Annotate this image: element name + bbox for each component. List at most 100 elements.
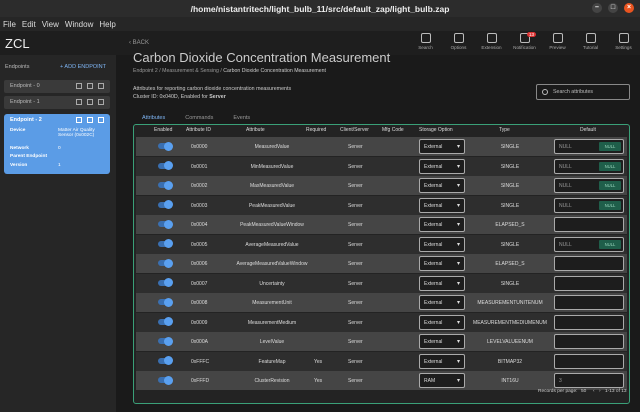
endpoint-item-0[interactable]: Endpoint - 0 bbox=[4, 80, 110, 93]
menu-file[interactable]: File bbox=[3, 20, 16, 29]
endpoint-item-2[interactable]: Endpoint - 2 Device Matter Air Quality S… bbox=[4, 114, 110, 174]
rpp-select[interactable]: 50 bbox=[581, 389, 586, 394]
storage-select[interactable]: External bbox=[419, 178, 465, 193]
back-button[interactable]: ‹ BACK bbox=[129, 40, 149, 46]
default-input[interactable] bbox=[554, 334, 624, 349]
enabled-toggle[interactable] bbox=[158, 375, 173, 385]
null-button[interactable]: NULL bbox=[599, 239, 621, 249]
endpoint-label: Endpoint - 0 bbox=[10, 83, 40, 89]
null-button[interactable]: NULL bbox=[599, 181, 621, 190]
endpoint-item-1[interactable]: Endpoint - 1 bbox=[4, 96, 110, 109]
default-input[interactable] bbox=[554, 256, 624, 271]
attribute-name: AverageMeasuredValueWindow bbox=[236, 261, 308, 267]
copy-icon[interactable] bbox=[87, 117, 93, 123]
default-input[interactable]: NULL NULL bbox=[554, 236, 624, 252]
default-input[interactable] bbox=[554, 353, 624, 369]
enabled-toggle[interactable] bbox=[158, 200, 173, 209]
storage-select[interactable]: External bbox=[419, 353, 465, 369]
storage-select[interactable]: External bbox=[419, 314, 465, 330]
prev-page-icon[interactable]: ‹ bbox=[593, 389, 595, 394]
edit-icon[interactable] bbox=[76, 99, 82, 105]
edit-icon[interactable] bbox=[76, 83, 82, 89]
search-input[interactable]: Search attributes bbox=[536, 84, 630, 100]
enabled-toggle[interactable] bbox=[158, 219, 173, 229]
storage-select[interactable]: RAM bbox=[419, 373, 465, 388]
default-input[interactable]: NULL NULL bbox=[554, 158, 624, 174]
col-enabled[interactable]: Enabled bbox=[154, 127, 172, 133]
device-key: Device bbox=[10, 128, 26, 133]
gear-icon bbox=[618, 33, 629, 43]
menu-edit[interactable]: Edit bbox=[22, 20, 36, 29]
enabled-toggle[interactable] bbox=[158, 239, 173, 248]
null-button[interactable]: NULL bbox=[599, 142, 621, 151]
attribute-type: SINGLE bbox=[500, 202, 520, 209]
add-endpoint-button[interactable]: + ADD ENDPOINT bbox=[60, 64, 106, 70]
toolbar-options-button[interactable]: Options bbox=[442, 33, 475, 50]
default-input[interactable] bbox=[554, 217, 624, 232]
menu-window[interactable]: Window bbox=[65, 20, 93, 29]
col-storage-option[interactable]: Storage Option bbox=[419, 127, 453, 133]
null-button[interactable]: NULL bbox=[599, 200, 621, 210]
default-input[interactable] bbox=[554, 295, 624, 310]
close-icon[interactable]: × bbox=[624, 3, 634, 13]
delete-icon[interactable] bbox=[98, 99, 104, 105]
table-row: 0x0006 AverageMeasuredValueWindow Server… bbox=[136, 254, 627, 273]
toolbar-tutorial-button[interactable]: Tutorial bbox=[574, 33, 607, 50]
storage-select[interactable]: External bbox=[419, 236, 465, 252]
storage-select[interactable]: External bbox=[419, 158, 465, 174]
copy-icon[interactable] bbox=[87, 83, 93, 89]
col-mfg-code[interactable]: Mfg Code bbox=[382, 127, 404, 133]
storage-select[interactable]: External bbox=[419, 197, 465, 213]
toolbar-notification-button[interactable]: 13 Notification bbox=[508, 32, 541, 50]
next-page-icon[interactable]: › bbox=[599, 389, 601, 394]
default-input[interactable] bbox=[554, 275, 624, 291]
col-attribute[interactable]: Attribute bbox=[246, 127, 265, 133]
attribute-type: ELAPSED_S bbox=[495, 222, 525, 228]
col-attribute-id[interactable]: Attribute ID bbox=[186, 127, 211, 133]
default-input[interactable] bbox=[554, 314, 624, 330]
enabled-toggle[interactable] bbox=[158, 161, 173, 170]
col-client-server[interactable]: Client/Server bbox=[340, 127, 369, 133]
storage-select[interactable]: External bbox=[419, 139, 465, 154]
default-input[interactable]: NULL NULL bbox=[554, 197, 624, 213]
minimize-icon[interactable]: – bbox=[592, 3, 602, 13]
default-input[interactable]: 3 bbox=[554, 373, 624, 388]
enabled-toggle[interactable] bbox=[158, 258, 173, 268]
breadcrumb-item[interactable]: Endpoint 2 bbox=[133, 68, 158, 74]
storage-select[interactable]: External bbox=[419, 334, 465, 349]
default-input[interactable]: NULL NULL bbox=[554, 178, 624, 193]
null-button[interactable]: NULL bbox=[599, 161, 621, 171]
storage-select[interactable]: External bbox=[419, 295, 465, 310]
maximize-icon[interactable]: □ bbox=[608, 3, 618, 13]
storage-select[interactable]: External bbox=[419, 256, 465, 271]
enabled-toggle[interactable] bbox=[158, 180, 173, 190]
copy-icon[interactable] bbox=[87, 99, 93, 105]
col-default[interactable]: Default bbox=[580, 127, 596, 133]
search-icon bbox=[420, 33, 431, 43]
attribute-type: ELAPSED_S bbox=[495, 261, 525, 267]
enabled-toggle[interactable] bbox=[158, 317, 173, 326]
col-required[interactable]: Required bbox=[306, 127, 326, 133]
page-title: Carbon Dioxide Concentration Measurement bbox=[133, 50, 391, 65]
toolbar-search-button[interactable]: Search bbox=[409, 33, 442, 50]
toolbar-settings-button[interactable]: Settings bbox=[607, 33, 640, 50]
toolbar-extension-button[interactable]: Extension bbox=[475, 33, 508, 50]
enabled-toggle[interactable] bbox=[158, 336, 173, 346]
default-input[interactable]: NULL NULL bbox=[554, 139, 624, 154]
menu-help[interactable]: Help bbox=[99, 20, 115, 29]
delete-icon[interactable] bbox=[98, 83, 104, 89]
toolbar-preview-button[interactable]: Preview bbox=[541, 33, 574, 50]
enabled-toggle[interactable] bbox=[158, 278, 173, 287]
col-type[interactable]: Type bbox=[499, 127, 510, 133]
storage-select[interactable]: External bbox=[419, 275, 465, 291]
attribute-name: FeatureMap bbox=[258, 358, 286, 365]
edit-icon[interactable] bbox=[76, 117, 82, 123]
attribute-id: 0x000A bbox=[191, 339, 208, 345]
enabled-toggle[interactable] bbox=[158, 141, 173, 151]
enabled-toggle[interactable] bbox=[158, 356, 173, 365]
breadcrumb-item[interactable]: Measurement & Sensing bbox=[162, 68, 219, 74]
enabled-toggle[interactable] bbox=[158, 297, 173, 307]
menu-view[interactable]: View bbox=[42, 20, 59, 29]
storage-select[interactable]: External bbox=[419, 217, 465, 232]
delete-icon[interactable] bbox=[98, 117, 104, 123]
